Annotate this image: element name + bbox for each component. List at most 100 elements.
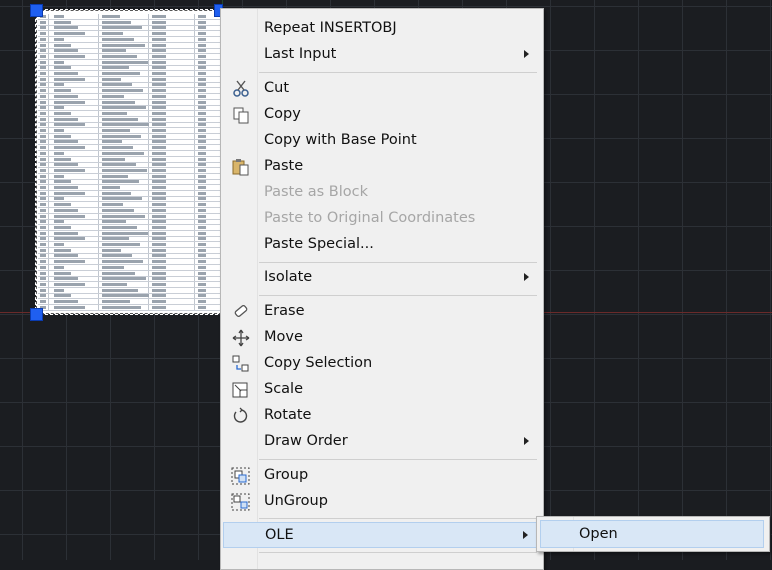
ungroup-icon <box>231 493 251 511</box>
ole-spreadsheet-object[interactable] <box>35 9 223 315</box>
spreadsheet-cell-text <box>40 83 46 87</box>
spreadsheet-cell-text <box>198 89 206 93</box>
menu-item-draw-order[interactable]: Draw Order <box>223 429 541 455</box>
spreadsheet-cell-text <box>40 271 46 275</box>
spreadsheet-cell-text <box>40 37 46 41</box>
spreadsheet-cell-text <box>152 220 166 224</box>
menu-item-ungroup[interactable]: UnGroup <box>223 489 541 515</box>
menu-item-move[interactable]: Move <box>223 325 541 351</box>
spreadsheet-cell-text <box>102 140 122 144</box>
menu-item-label: Repeat INSERTOBJ <box>264 20 397 36</box>
spreadsheet-cell-text <box>40 163 46 167</box>
spreadsheet-cell-text <box>40 157 46 161</box>
spreadsheet-cell-text <box>152 186 166 189</box>
menu-item-label: Rotate <box>264 407 312 423</box>
menu-item-scale[interactable]: Scale <box>223 377 541 403</box>
menu-separator <box>259 295 537 296</box>
spreadsheet-cell-text <box>198 37 206 41</box>
spreadsheet-cell-text <box>40 54 46 58</box>
menu-item-label: Move <box>264 329 303 345</box>
menu-item-group[interactable]: Group <box>223 463 541 489</box>
menu-item-open[interactable]: Open <box>540 520 764 548</box>
spreadsheet-cell-text <box>102 100 135 104</box>
submenu-arrow-icon <box>524 50 529 58</box>
spreadsheet-cell-text <box>152 208 166 212</box>
spreadsheet-cell-text <box>198 220 206 224</box>
spreadsheet-cell-text <box>54 15 64 18</box>
spreadsheet-cell-text <box>102 208 134 212</box>
spreadsheet-cell-text <box>102 106 146 110</box>
spreadsheet-cell-text <box>152 271 166 275</box>
spreadsheet-cell-text <box>152 117 166 121</box>
spreadsheet-cell-text <box>40 180 46 184</box>
spreadsheet-cell-text <box>102 271 135 275</box>
spreadsheet-cell-text <box>54 225 71 229</box>
spreadsheet-cell-text <box>198 243 206 246</box>
menu-item-paste-special[interactable]: Paste Special... <box>223 232 541 258</box>
spreadsheet-cell-text <box>40 277 46 281</box>
menu-item-copy-with-base-point[interactable]: Copy with Base Point <box>223 128 541 154</box>
spreadsheet-cell-text <box>40 60 46 64</box>
grip-handle-top-left[interactable] <box>30 4 43 17</box>
spreadsheet-cell-text <box>40 72 46 75</box>
spreadsheet-cell-text <box>54 271 71 275</box>
menu-item-copy[interactable]: Copy <box>223 102 541 128</box>
spreadsheet-cell-text <box>152 277 166 281</box>
spreadsheet-cell-text <box>102 305 141 309</box>
spreadsheet-cell-text <box>54 106 64 110</box>
spreadsheet-cell-text <box>54 208 78 212</box>
spreadsheet-cell-text <box>54 282 85 286</box>
menu-item-copy-selection[interactable]: Copy Selection <box>223 351 541 377</box>
grip-handle-bottom-left[interactable] <box>30 308 43 321</box>
spreadsheet-cell-text <box>102 15 120 18</box>
menu-item-erase[interactable]: Erase <box>223 299 541 325</box>
menu-item-isolate[interactable]: Isolate <box>223 265 541 291</box>
spreadsheet-cell-text <box>198 271 206 275</box>
menu-item-rotate[interactable]: Rotate <box>223 403 541 429</box>
spreadsheet-cell-text <box>54 151 64 155</box>
spreadsheet-cell-text <box>40 197 46 201</box>
menu-item-paste-as-block[interactable]: Paste as Block <box>223 180 541 206</box>
submenu-arrow-icon <box>524 437 529 445</box>
spreadsheet-cell-text <box>102 146 133 150</box>
menu-item-repeat-insertobj[interactable]: Repeat INSERTOBJ <box>223 16 541 42</box>
spreadsheet-cell-text <box>40 254 46 258</box>
spreadsheet-cell-text <box>40 186 46 189</box>
spreadsheet-cell-text <box>102 163 136 167</box>
spreadsheet-row <box>38 305 220 311</box>
spreadsheet-cell-text <box>54 146 85 150</box>
spreadsheet-cell-text <box>152 123 166 127</box>
menu-separator <box>259 72 537 73</box>
spreadsheet-cell-text <box>40 32 46 36</box>
spreadsheet-cell-text <box>54 157 71 161</box>
spreadsheet-cell-text <box>152 100 166 104</box>
spreadsheet-cell-text <box>40 203 46 207</box>
spreadsheet-cell-text <box>54 111 71 115</box>
spreadsheet-cell-text <box>152 66 166 70</box>
spreadsheet-cell-text <box>40 26 46 30</box>
spreadsheet-cell-text <box>198 100 206 104</box>
menu-item-last-input[interactable]: Last Input <box>223 42 541 68</box>
menu-item-paste[interactable]: Paste <box>223 154 541 180</box>
spreadsheet-cell-text <box>152 305 166 309</box>
spreadsheet-cell-text <box>54 305 85 309</box>
spreadsheet-cell-text <box>40 174 46 178</box>
spreadsheet-cell-text <box>40 117 46 121</box>
spreadsheet-cell-text <box>54 214 85 218</box>
spreadsheet-cell-text <box>198 26 206 30</box>
spreadsheet-cell-text <box>54 123 85 127</box>
menu-item-paste-to-original-coordinates[interactable]: Paste to Original Coordinates <box>223 206 541 232</box>
spreadsheet-cell-text <box>152 37 166 41</box>
spreadsheet-cell-text <box>40 111 46 115</box>
menu-item-ole[interactable]: OLE <box>223 522 541 548</box>
menu-item-cut[interactable]: Cut <box>223 76 541 102</box>
copy-selection-icon <box>231 355 251 373</box>
spreadsheet-cell-text <box>102 60 148 64</box>
spreadsheet-cell-text <box>198 282 206 286</box>
spreadsheet-cell-text <box>54 117 78 121</box>
spreadsheet-cell-text <box>102 117 138 121</box>
spreadsheet-cell-text <box>40 248 46 252</box>
spreadsheet-cell-text <box>54 300 78 303</box>
menu-item-label: OLE <box>265 527 294 543</box>
spreadsheet-cell-text <box>102 168 147 172</box>
